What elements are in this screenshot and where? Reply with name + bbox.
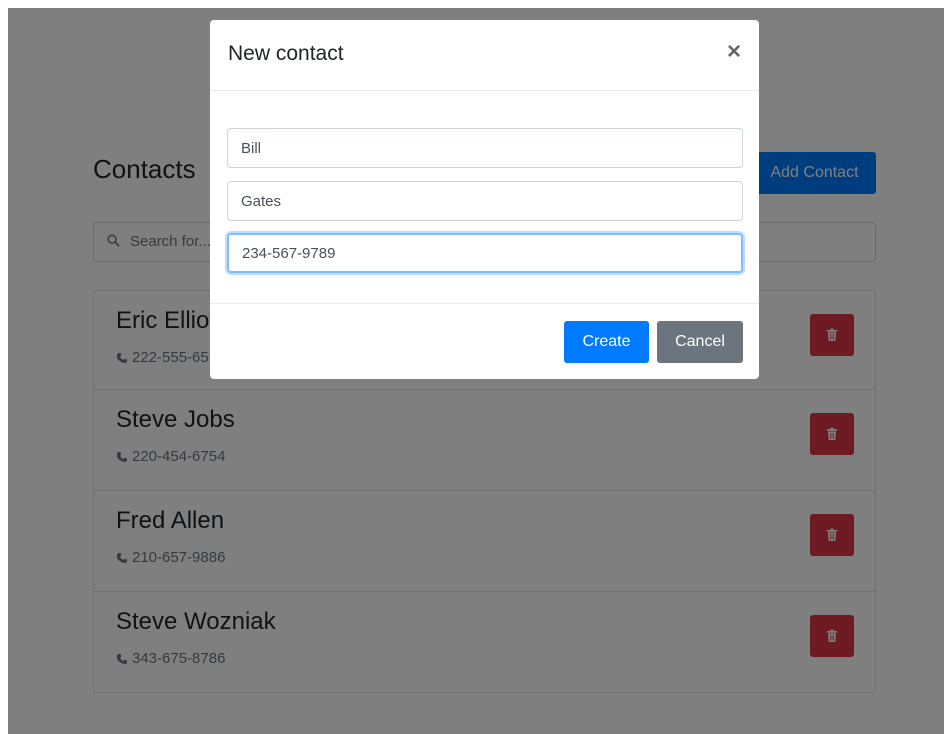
modal-header: New contact × bbox=[210, 20, 759, 91]
contacts-page: Contacts Add Contact Search for... Eric … bbox=[8, 8, 944, 734]
first-name-field[interactable] bbox=[227, 128, 743, 168]
last-name-field[interactable] bbox=[227, 181, 743, 221]
phone-field[interactable] bbox=[227, 233, 743, 273]
close-icon[interactable]: × bbox=[727, 40, 741, 64]
cancel-button[interactable]: Cancel bbox=[657, 321, 743, 363]
modal-footer: Create Cancel bbox=[210, 303, 759, 379]
new-contact-modal: New contact × Create Cancel bbox=[210, 20, 759, 379]
modal-title: New contact bbox=[228, 42, 344, 65]
create-button[interactable]: Create bbox=[564, 321, 649, 363]
